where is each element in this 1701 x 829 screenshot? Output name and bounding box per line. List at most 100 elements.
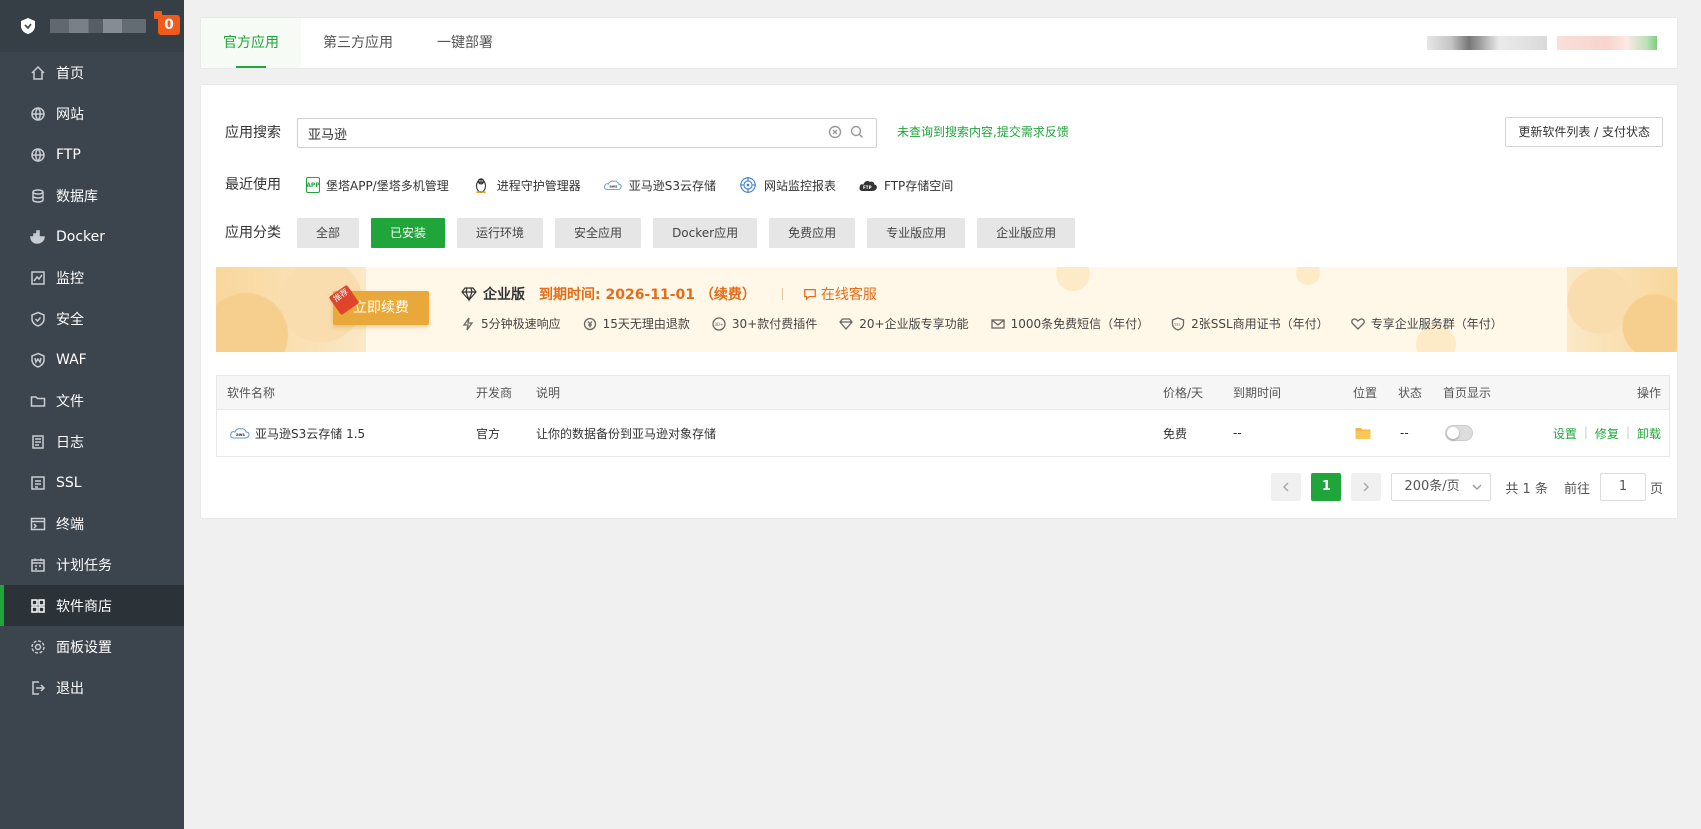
sidebar-item-settings[interactable]: 面板设置 xyxy=(0,626,184,667)
sidebar-item-home[interactable]: 首页 xyxy=(0,52,184,93)
svg-text:aws: aws xyxy=(609,185,617,189)
sidebar-item-docker[interactable]: Docker xyxy=(0,216,184,257)
category-security[interactable]: 安全应用 xyxy=(555,218,642,248)
category-label: 应用分类 xyxy=(225,225,281,241)
search-actions xyxy=(828,125,864,139)
feature-item: 20+企业版专享功能 xyxy=(839,315,969,332)
page-size-select[interactable]: 200条/页 xyxy=(1391,473,1492,501)
globe-icon xyxy=(30,106,46,122)
recent-app-site-monitor[interactable]: 网站监控报表 xyxy=(738,175,836,195)
sidebar-item-logout[interactable]: 退出 xyxy=(0,667,184,708)
category-enterprise[interactable]: 企业版应用 xyxy=(977,218,1076,248)
pagination: 1 200条/页 共 1 条 前往 1 页 xyxy=(1271,473,1663,501)
submit-feedback-link[interactable]: 未查询到搜索内容,提交需求反馈 xyxy=(897,123,1069,140)
banner-dot xyxy=(1056,267,1090,291)
enterprise-promo-banner: 立即续费 推荐 企业版 到期时间: 2026-11-01 （续费） 在线客服 5… xyxy=(216,267,1677,352)
folder-icon xyxy=(30,393,46,409)
sidebar-item-files[interactable]: 文件 xyxy=(0,380,184,421)
sidebar-item-logs[interactable]: 日志 xyxy=(0,421,184,462)
toggle-switch[interactable] xyxy=(1445,425,1473,441)
sidebar-item-ftp[interactable]: FTP xyxy=(0,134,184,175)
sidebar-item-terminal[interactable]: 终端 xyxy=(0,503,184,544)
col-expire[interactable]: 到期时间 xyxy=(1233,384,1281,401)
edition-name: 企业版 xyxy=(483,287,525,303)
sidebar-item-security[interactable]: 安全 xyxy=(0,298,184,339)
feature-label: 15天无理由退款 xyxy=(602,317,690,331)
software-table: 软件名称 开发商 说明 价格/天 到期时间 位置 状态 首页显示 操作 aws … xyxy=(216,375,1670,457)
category-installed[interactable]: 已安装 xyxy=(371,218,446,248)
feature-item: SSL 2张SSL商用证书（年付） xyxy=(1171,315,1329,332)
ftp-cloud-icon: FTP xyxy=(858,175,878,195)
goto-page-input[interactable]: 1 xyxy=(1599,473,1646,501)
sidebar-item-label: SSL xyxy=(56,474,82,491)
sidebar-item-waf[interactable]: WAF xyxy=(0,339,184,380)
recent-app-label: 亚马逊S3云存储 xyxy=(628,178,717,193)
log-icon xyxy=(30,434,46,450)
recent-app-label: FTP存储空间 xyxy=(884,178,954,193)
category-runtime[interactable]: 运行环境 xyxy=(457,218,544,248)
blurred-status xyxy=(1557,36,1657,50)
clear-icon[interactable] xyxy=(828,125,842,139)
sidebar-menu: 首页 网站 FTP 数据库 Docker 监控 安全 WAF 文件 日志 SSL… xyxy=(0,52,184,708)
calendar-icon xyxy=(30,557,46,573)
feature-label: 30+款付费插件 xyxy=(731,317,818,331)
tab-official-apps[interactable]: 官方应用 xyxy=(201,18,301,68)
blurred-account xyxy=(1427,36,1547,50)
table-header: 软件名称 开发商 说明 价格/天 到期时间 位置 状态 首页显示 操作 xyxy=(217,376,1669,410)
next-page-button[interactable] xyxy=(1351,473,1382,501)
recent-label: 最近使用 xyxy=(225,177,281,193)
monitor-target-icon xyxy=(738,175,758,195)
col-name: 软件名称 xyxy=(227,386,276,400)
sidebar-item-label: 日志 xyxy=(56,434,84,451)
recent-app-s3[interactable]: aws 亚马逊S3云存储 xyxy=(603,175,716,195)
folder-icon[interactable] xyxy=(1355,426,1371,443)
notification-badge[interactable]: 0 xyxy=(154,11,180,35)
settings-link[interactable]: 设置 xyxy=(1553,425,1577,442)
category-pro[interactable]: 专业版应用 xyxy=(867,218,966,248)
sidebar-item-label: 终端 xyxy=(56,516,84,533)
panel-logo-icon xyxy=(21,18,35,34)
terminal-icon xyxy=(30,516,46,532)
logout-icon xyxy=(30,680,46,696)
sidebar-item-label: 计划任务 xyxy=(56,557,112,574)
search-label: 应用搜索 xyxy=(225,125,281,141)
category-docker[interactable]: Docker应用 xyxy=(653,218,758,248)
sidebar-item-label: 监控 xyxy=(56,270,84,287)
current-page[interactable]: 1 xyxy=(1311,473,1342,501)
recent-app-btapp[interactable]: APP 堡塔APP/堡塔多机管理 xyxy=(306,177,449,194)
feature-item: 专享企业服务群（年付） xyxy=(1350,315,1503,332)
sidebar-item-ssl[interactable]: SSL xyxy=(0,462,184,503)
col-price[interactable]: 价格/天 xyxy=(1163,384,1203,401)
svg-text:aws: aws xyxy=(236,432,245,437)
recent-app-ftp-storage[interactable]: FTP FTP存储空间 xyxy=(858,175,953,195)
aws-cloud-icon: aws xyxy=(603,175,623,195)
prev-page-button[interactable] xyxy=(1271,473,1302,501)
sidebar-item-store[interactable]: 软件商店 xyxy=(0,585,184,626)
diamond-outline-icon xyxy=(839,317,854,330)
tab-one-click-deploy[interactable]: 一键部署 xyxy=(415,18,515,68)
recent-app-supervisor[interactable]: 进程守护管理器 xyxy=(471,175,581,195)
search-icon[interactable] xyxy=(850,125,864,139)
uninstall-link[interactable]: 卸载 xyxy=(1637,425,1661,442)
sidebar-item-cron[interactable]: 计划任务 xyxy=(0,544,184,585)
chevron-down-icon xyxy=(1472,484,1482,490)
homepage-toggle[interactable] xyxy=(1445,425,1473,441)
sidebar-header: 0 xyxy=(0,0,184,52)
online-service-link[interactable]: 在线客服 xyxy=(821,284,877,304)
sidebar-item-monitor[interactable]: 监控 xyxy=(0,257,184,298)
category-free[interactable]: 免费应用 xyxy=(769,218,856,248)
sidebar-item-database[interactable]: 数据库 xyxy=(0,175,184,216)
feature-item: 5分钟极速响应 xyxy=(461,315,561,332)
repair-link[interactable]: 修复 xyxy=(1595,425,1619,442)
description-cell: 让你的数据备份到亚马逊对象存储 xyxy=(536,426,717,441)
sidebar-item-website[interactable]: 网站 xyxy=(0,93,184,134)
tab-third-party-apps[interactable]: 第三方应用 xyxy=(301,18,415,68)
plugin-count-icon: 30+ xyxy=(712,316,726,331)
software-name-cell[interactable]: aws 亚马逊S3云存储 1.5 xyxy=(229,425,365,442)
app-search-input[interactable] xyxy=(297,118,877,148)
feature-label: 5分钟极速响应 xyxy=(481,317,561,331)
mail-icon xyxy=(990,318,1005,329)
expire-date[interactable]: 到期时间: 2026-11-01 （续费） xyxy=(539,284,756,304)
category-all[interactable]: 全部 xyxy=(297,218,360,248)
update-software-list-button[interactable]: 更新软件列表 / 支付状态 xyxy=(1505,117,1663,147)
